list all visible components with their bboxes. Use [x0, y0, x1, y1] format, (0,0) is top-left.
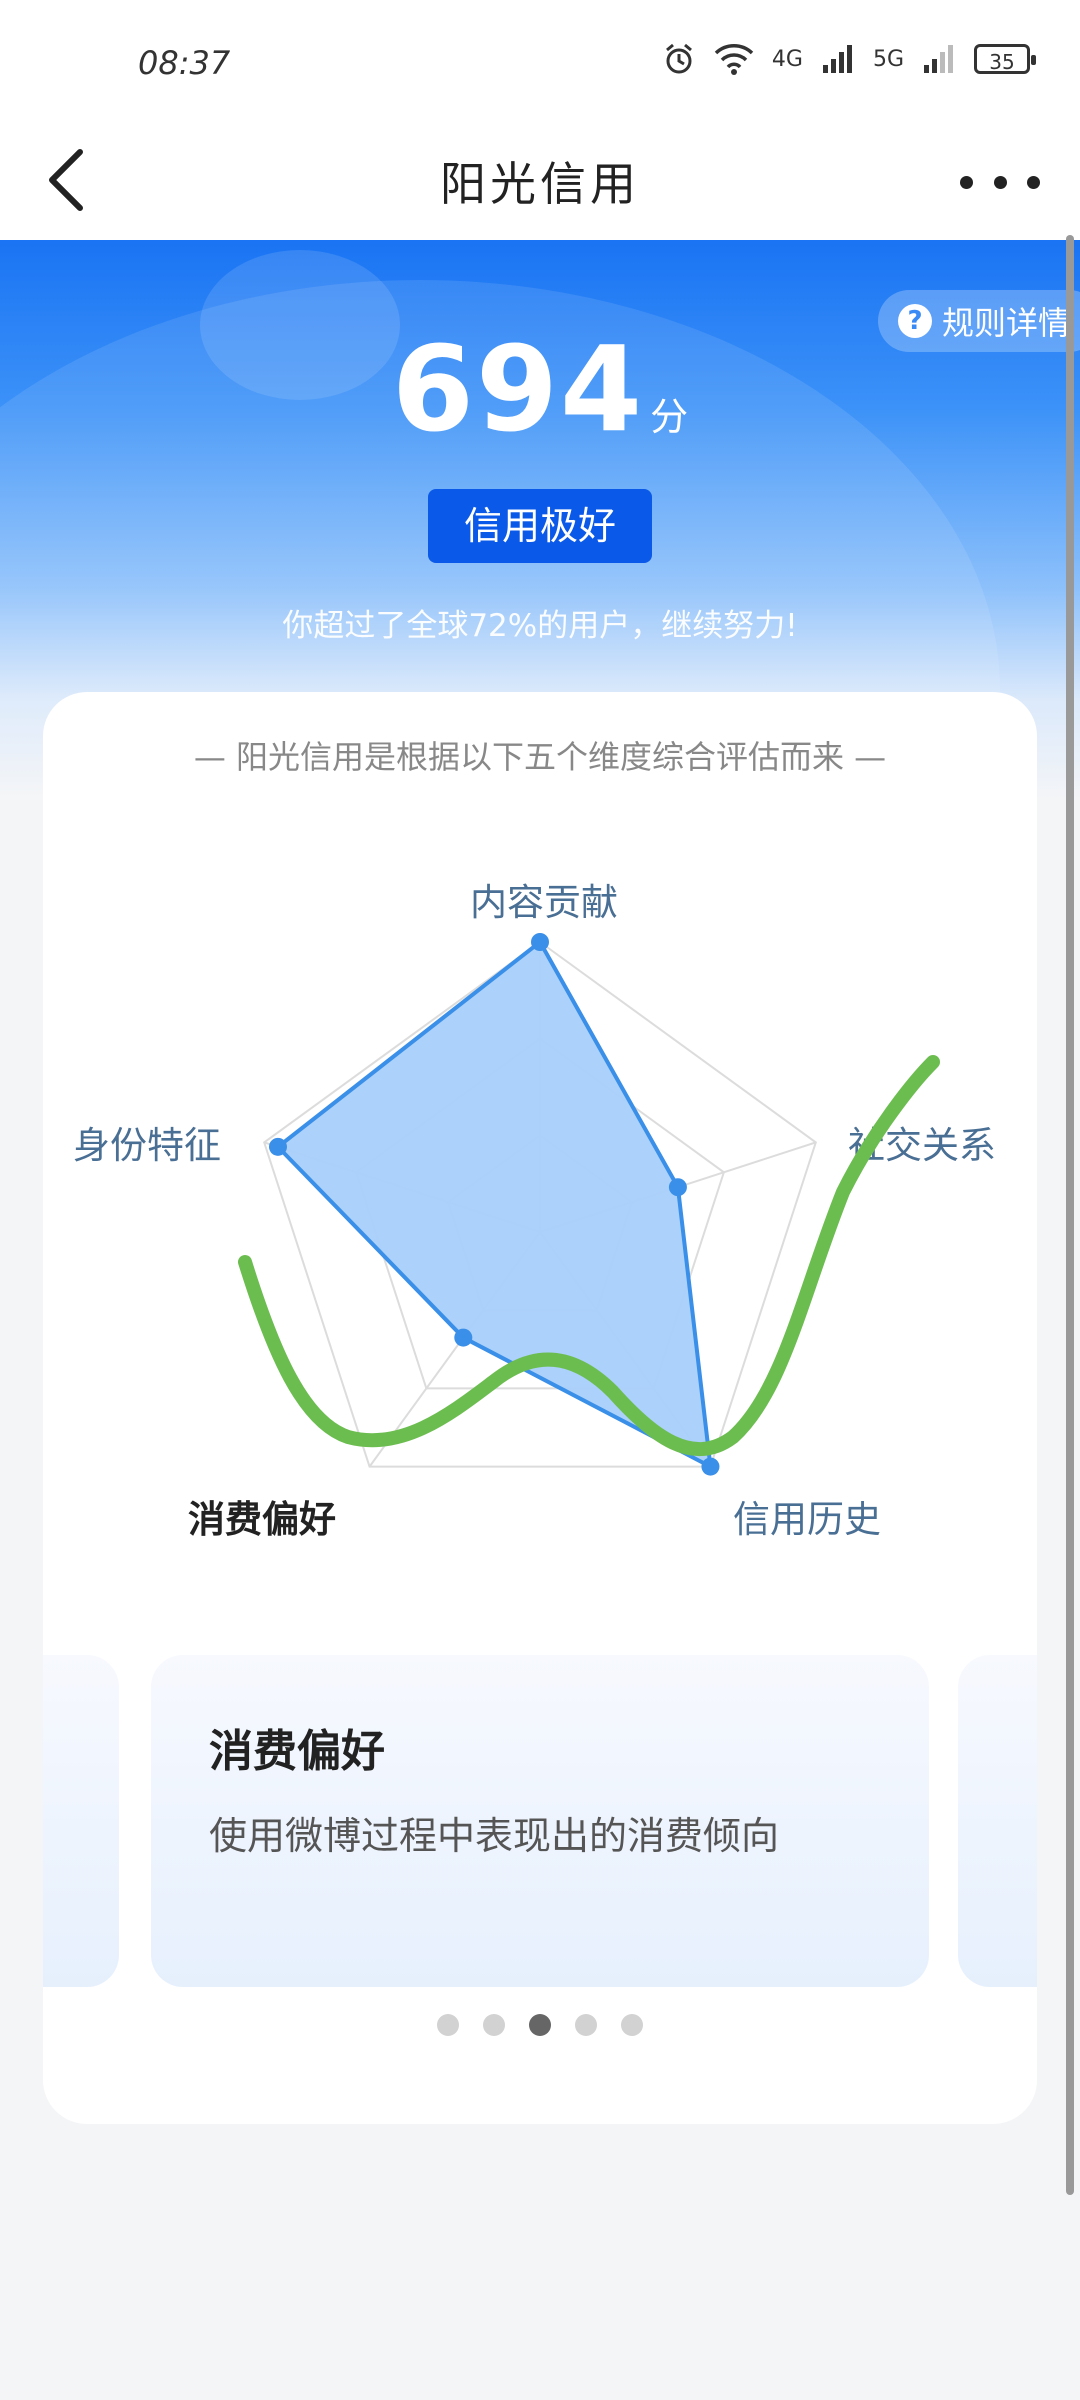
pager-dot[interactable]	[483, 2014, 505, 2036]
carousel-pager	[43, 2014, 1037, 2036]
status-icons: 4G 5G 35	[662, 42, 1036, 76]
signal-icon	[822, 45, 852, 73]
page-title: 阳光信用	[440, 157, 640, 211]
network-label-4g: 4G	[771, 46, 803, 72]
scrollbar[interactable]	[1066, 235, 1074, 2195]
pager-dot[interactable]	[621, 2014, 643, 2036]
pager-dot[interactable]	[575, 2014, 597, 2036]
carousel-slide[interactable]: 消费偏好 使用微博过程中表现出的消费倾向	[151, 1655, 929, 1987]
wifi-icon	[714, 44, 754, 75]
hand-drawn-annotation	[238, 1055, 940, 1456]
network-label-5g: 5G	[872, 46, 904, 72]
carousel-slide-prev[interactable]	[43, 1655, 119, 1987]
slide-title: 消费偏好	[209, 1726, 385, 1777]
status-time: 08:37	[138, 44, 231, 82]
percentile-text: 你超过了全球72%的用户，继续努力!	[282, 608, 798, 644]
alarm-icon	[665, 43, 692, 74]
credit-score: 694 分	[0, 320, 1080, 458]
pager-dot-active[interactable]	[529, 2014, 551, 2036]
score-unit: 分	[650, 395, 689, 439]
carousel-slide-next[interactable]	[958, 1655, 1037, 1987]
battery-icon: 35	[974, 44, 1036, 74]
more-options-icon[interactable]	[960, 152, 1040, 212]
score-value: 694	[391, 320, 645, 458]
pager-dot[interactable]	[437, 2014, 459, 2036]
credit-level-badge: 信用极好	[428, 489, 652, 563]
signal-icon	[924, 45, 953, 73]
nav-bar: 阳光信用	[0, 130, 1080, 240]
slide-desc: 使用微博过程中表现出的消费倾向	[209, 1814, 780, 1858]
status-bar: 08:37 4G 5G 35	[0, 0, 1080, 130]
dimension-carousel[interactable]: 消费偏好 使用微博过程中表现出的消费倾向	[43, 1655, 1037, 1987]
dimension-card: — 阳光信用是根据以下五个维度综合评估而来 — 内容贡献 社交关系 信用历史 消…	[43, 692, 1037, 2124]
